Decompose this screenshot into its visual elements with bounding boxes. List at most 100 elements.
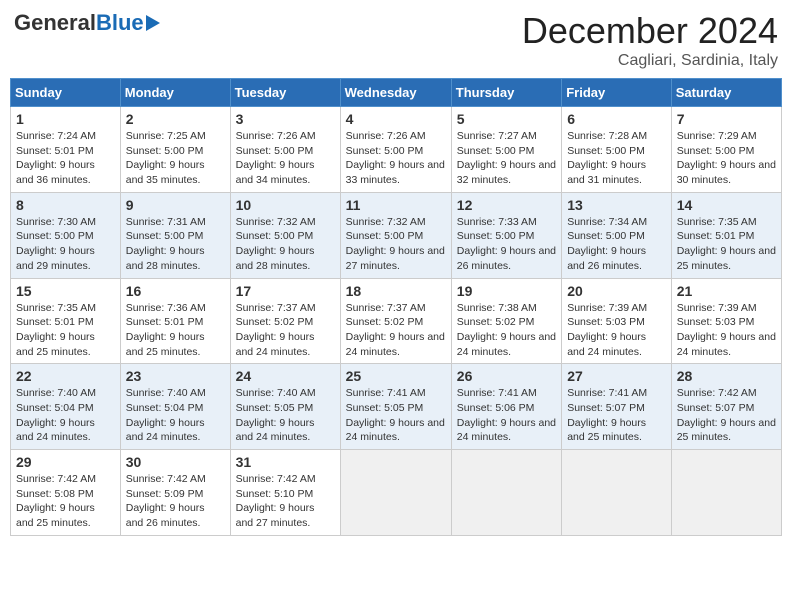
day-number: 26	[457, 368, 556, 384]
day-number: 2	[126, 111, 225, 127]
day-info: Sunrise: 7:42 AM Sunset: 5:08 PM Dayligh…	[16, 472, 115, 531]
calendar-week-row: 29 Sunrise: 7:42 AM Sunset: 5:08 PM Dayl…	[11, 450, 782, 536]
table-row: 25 Sunrise: 7:41 AM Sunset: 5:05 PM Dayl…	[340, 364, 451, 450]
day-info: Sunrise: 7:32 AM Sunset: 5:00 PM Dayligh…	[236, 215, 335, 274]
table-row: 1 Sunrise: 7:24 AM Sunset: 5:01 PM Dayli…	[11, 107, 121, 193]
day-info: Sunrise: 7:36 AM Sunset: 5:01 PM Dayligh…	[126, 301, 225, 360]
col-sunday: Sunday	[11, 79, 121, 107]
col-friday: Friday	[562, 79, 672, 107]
day-number: 24	[236, 368, 335, 384]
day-info: Sunrise: 7:38 AM Sunset: 5:02 PM Dayligh…	[457, 301, 556, 360]
table-row: 12 Sunrise: 7:33 AM Sunset: 5:00 PM Dayl…	[451, 192, 561, 278]
logo-blue-text: Blue	[96, 10, 144, 36]
day-info: Sunrise: 7:35 AM Sunset: 5:01 PM Dayligh…	[677, 215, 776, 274]
day-info: Sunrise: 7:39 AM Sunset: 5:03 PM Dayligh…	[567, 301, 666, 360]
day-number: 7	[677, 111, 776, 127]
table-row: 29 Sunrise: 7:42 AM Sunset: 5:08 PM Dayl…	[11, 450, 121, 536]
day-info: Sunrise: 7:40 AM Sunset: 5:05 PM Dayligh…	[236, 386, 335, 445]
day-number: 9	[126, 197, 225, 213]
calendar-week-row: 8 Sunrise: 7:30 AM Sunset: 5:00 PM Dayli…	[11, 192, 782, 278]
table-row: 5 Sunrise: 7:27 AM Sunset: 5:00 PM Dayli…	[451, 107, 561, 193]
calendar-table: Sunday Monday Tuesday Wednesday Thursday…	[10, 78, 782, 536]
table-row: 2 Sunrise: 7:25 AM Sunset: 5:00 PM Dayli…	[120, 107, 230, 193]
day-info: Sunrise: 7:26 AM Sunset: 5:00 PM Dayligh…	[346, 129, 446, 188]
day-number: 11	[346, 197, 446, 213]
table-row: 14 Sunrise: 7:35 AM Sunset: 5:01 PM Dayl…	[671, 192, 781, 278]
table-row: 15 Sunrise: 7:35 AM Sunset: 5:01 PM Dayl…	[11, 278, 121, 364]
day-info: Sunrise: 7:25 AM Sunset: 5:00 PM Dayligh…	[126, 129, 225, 188]
table-row: 17 Sunrise: 7:37 AM Sunset: 5:02 PM Dayl…	[230, 278, 340, 364]
table-row: 9 Sunrise: 7:31 AM Sunset: 5:00 PM Dayli…	[120, 192, 230, 278]
day-info: Sunrise: 7:41 AM Sunset: 5:07 PM Dayligh…	[567, 386, 666, 445]
day-info: Sunrise: 7:42 AM Sunset: 5:07 PM Dayligh…	[677, 386, 776, 445]
table-row: 26 Sunrise: 7:41 AM Sunset: 5:06 PM Dayl…	[451, 364, 561, 450]
day-number: 22	[16, 368, 115, 384]
day-number: 3	[236, 111, 335, 127]
day-number: 12	[457, 197, 556, 213]
day-info: Sunrise: 7:28 AM Sunset: 5:00 PM Dayligh…	[567, 129, 666, 188]
table-row: 16 Sunrise: 7:36 AM Sunset: 5:01 PM Dayl…	[120, 278, 230, 364]
table-row	[340, 450, 451, 536]
table-row: 30 Sunrise: 7:42 AM Sunset: 5:09 PM Dayl…	[120, 450, 230, 536]
table-row: 8 Sunrise: 7:30 AM Sunset: 5:00 PM Dayli…	[11, 192, 121, 278]
day-info: Sunrise: 7:30 AM Sunset: 5:00 PM Dayligh…	[16, 215, 115, 274]
page-header: GeneralBlue December 2024 Cagliari, Sard…	[10, 10, 782, 70]
day-info: Sunrise: 7:41 AM Sunset: 5:06 PM Dayligh…	[457, 386, 556, 445]
day-info: Sunrise: 7:37 AM Sunset: 5:02 PM Dayligh…	[346, 301, 446, 360]
title-section: December 2024 Cagliari, Sardinia, Italy	[522, 10, 778, 70]
day-info: Sunrise: 7:24 AM Sunset: 5:01 PM Dayligh…	[16, 129, 115, 188]
col-monday: Monday	[120, 79, 230, 107]
day-number: 17	[236, 283, 335, 299]
day-info: Sunrise: 7:33 AM Sunset: 5:00 PM Dayligh…	[457, 215, 556, 274]
day-number: 25	[346, 368, 446, 384]
logo-general-text: General	[14, 10, 96, 36]
day-number: 8	[16, 197, 115, 213]
month-title: December 2024	[522, 10, 778, 52]
day-number: 15	[16, 283, 115, 299]
day-number: 29	[16, 454, 115, 470]
table-row: 13 Sunrise: 7:34 AM Sunset: 5:00 PM Dayl…	[562, 192, 672, 278]
table-row	[451, 450, 561, 536]
table-row: 19 Sunrise: 7:38 AM Sunset: 5:02 PM Dayl…	[451, 278, 561, 364]
day-info: Sunrise: 7:29 AM Sunset: 5:00 PM Dayligh…	[677, 129, 776, 188]
day-number: 27	[567, 368, 666, 384]
logo: GeneralBlue	[14, 10, 160, 36]
day-info: Sunrise: 7:35 AM Sunset: 5:01 PM Dayligh…	[16, 301, 115, 360]
day-number: 14	[677, 197, 776, 213]
calendar-week-row: 1 Sunrise: 7:24 AM Sunset: 5:01 PM Dayli…	[11, 107, 782, 193]
day-number: 28	[677, 368, 776, 384]
day-number: 23	[126, 368, 225, 384]
col-wednesday: Wednesday	[340, 79, 451, 107]
day-info: Sunrise: 7:40 AM Sunset: 5:04 PM Dayligh…	[126, 386, 225, 445]
day-info: Sunrise: 7:31 AM Sunset: 5:00 PM Dayligh…	[126, 215, 225, 274]
table-row	[671, 450, 781, 536]
col-tuesday: Tuesday	[230, 79, 340, 107]
day-info: Sunrise: 7:34 AM Sunset: 5:00 PM Dayligh…	[567, 215, 666, 274]
day-number: 19	[457, 283, 556, 299]
table-row: 24 Sunrise: 7:40 AM Sunset: 5:05 PM Dayl…	[230, 364, 340, 450]
table-row: 31 Sunrise: 7:42 AM Sunset: 5:10 PM Dayl…	[230, 450, 340, 536]
table-row: 20 Sunrise: 7:39 AM Sunset: 5:03 PM Dayl…	[562, 278, 672, 364]
table-row: 3 Sunrise: 7:26 AM Sunset: 5:00 PM Dayli…	[230, 107, 340, 193]
day-info: Sunrise: 7:32 AM Sunset: 5:00 PM Dayligh…	[346, 215, 446, 274]
day-number: 10	[236, 197, 335, 213]
day-number: 20	[567, 283, 666, 299]
day-number: 13	[567, 197, 666, 213]
day-info: Sunrise: 7:40 AM Sunset: 5:04 PM Dayligh…	[16, 386, 115, 445]
day-number: 1	[16, 111, 115, 127]
day-info: Sunrise: 7:39 AM Sunset: 5:03 PM Dayligh…	[677, 301, 776, 360]
location-text: Cagliari, Sardinia, Italy	[522, 52, 778, 70]
table-row: 7 Sunrise: 7:29 AM Sunset: 5:00 PM Dayli…	[671, 107, 781, 193]
table-row: 18 Sunrise: 7:37 AM Sunset: 5:02 PM Dayl…	[340, 278, 451, 364]
table-row: 10 Sunrise: 7:32 AM Sunset: 5:00 PM Dayl…	[230, 192, 340, 278]
day-info: Sunrise: 7:37 AM Sunset: 5:02 PM Dayligh…	[236, 301, 335, 360]
day-number: 30	[126, 454, 225, 470]
col-thursday: Thursday	[451, 79, 561, 107]
day-number: 6	[567, 111, 666, 127]
day-number: 16	[126, 283, 225, 299]
day-info: Sunrise: 7:26 AM Sunset: 5:00 PM Dayligh…	[236, 129, 335, 188]
table-row: 23 Sunrise: 7:40 AM Sunset: 5:04 PM Dayl…	[120, 364, 230, 450]
day-number: 5	[457, 111, 556, 127]
day-info: Sunrise: 7:41 AM Sunset: 5:05 PM Dayligh…	[346, 386, 446, 445]
table-row: 21 Sunrise: 7:39 AM Sunset: 5:03 PM Dayl…	[671, 278, 781, 364]
